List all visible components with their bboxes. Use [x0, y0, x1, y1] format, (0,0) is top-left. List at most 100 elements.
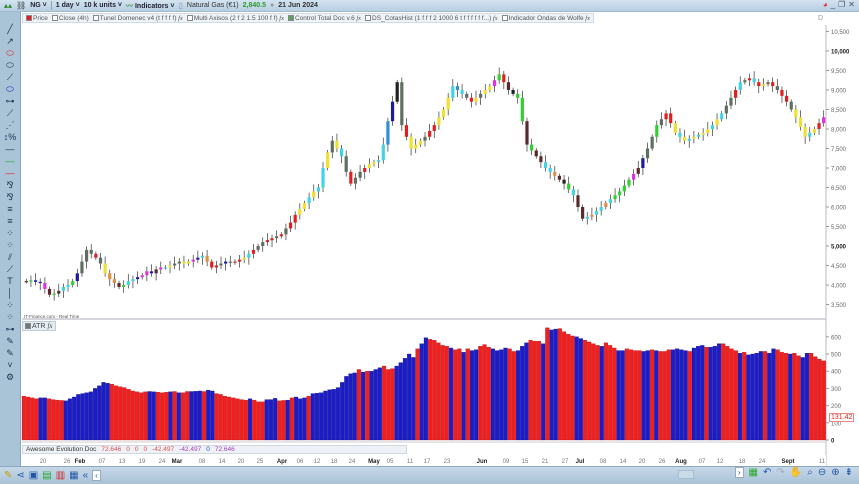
- atr-bar: [419, 343, 424, 441]
- candle-body: [594, 210, 599, 215]
- zoom-fit-icon[interactable]: ⌕: [807, 467, 813, 478]
- candle-body: [710, 125, 715, 129]
- atr-bar: [495, 350, 500, 441]
- atr-tick-label: 100: [831, 421, 842, 427]
- atr-bar: [578, 338, 583, 441]
- candle-body: [659, 119, 664, 126]
- candle-body: [265, 240, 269, 243]
- zoom-out-icon[interactable]: ⊖: [818, 467, 826, 478]
- date-tick-label: 11: [407, 459, 414, 465]
- candle-body: [316, 187, 320, 192]
- hand-icon[interactable]: ✋: [790, 467, 802, 478]
- collapse-icon[interactable]: «: [83, 470, 89, 481]
- candle-body: [163, 267, 167, 269]
- zoom-in-icon[interactable]: ⊕: [831, 467, 839, 478]
- price-pane: [22, 25, 826, 318]
- atr-bar: [348, 373, 353, 441]
- candle-body: [80, 261, 84, 274]
- candle-body: [131, 279, 135, 282]
- date-tick-label: 07: [99, 459, 106, 465]
- atr-bar: [633, 350, 638, 441]
- layers-icon[interactable]: ▥: [56, 470, 65, 481]
- share-icon[interactable]: ⋖: [16, 470, 24, 481]
- redo-icon[interactable]: ↷: [776, 467, 784, 478]
- date-tick-label: Sept: [781, 459, 794, 465]
- atr-bar: [783, 352, 789, 441]
- candle-body: [543, 162, 548, 168]
- date-tick-label: 05: [387, 459, 394, 465]
- candle-body: [302, 203, 307, 209]
- atr-bar: [155, 392, 160, 441]
- atr-bar: [716, 343, 722, 441]
- atr-bar: [708, 346, 713, 441]
- atr-legend[interactable]: ATR fx: [22, 321, 56, 331]
- draw-icon[interactable]: ✎: [4, 470, 12, 481]
- atr-bar: [587, 341, 592, 441]
- template-icon[interactable]: ▤: [42, 470, 51, 481]
- atr-bar: [30, 397, 35, 441]
- candle-body: [752, 78, 756, 83]
- comment-icon[interactable]: ▣: [29, 470, 38, 481]
- atr-bar: [608, 345, 613, 441]
- atr-bar: [545, 327, 550, 441]
- fx-icon[interactable]: fx: [47, 322, 52, 330]
- atr-bar: [306, 395, 311, 441]
- atr-bar: [792, 352, 797, 441]
- date-tick-label: 24: [159, 459, 166, 465]
- price-tick-label: 6,000: [831, 206, 847, 212]
- candle-body: [520, 97, 524, 122]
- candle-body: [784, 95, 789, 102]
- undo-icon[interactable]: ↶: [763, 467, 771, 478]
- atr-bar: [172, 391, 177, 441]
- candle-body: [367, 164, 371, 168]
- atr-bar: [520, 346, 525, 441]
- atr-bar: [323, 390, 328, 441]
- atr-bar: [436, 342, 441, 441]
- atr-bar: [411, 357, 416, 441]
- window-icon[interactable]: ▦: [69, 470, 78, 481]
- atr-bar: [113, 385, 119, 441]
- candle-body: [766, 82, 770, 85]
- calendar-icon[interactable]: ▦: [749, 467, 758, 478]
- atr-bar: [180, 392, 186, 441]
- scroll-left-button[interactable]: ‹: [92, 470, 101, 481]
- atr-bar: [189, 391, 194, 441]
- atr-bar: [105, 383, 110, 441]
- candle-body: [613, 195, 617, 200]
- candle-body: [548, 168, 552, 172]
- scroll-right-button[interactable]: ›: [734, 467, 744, 478]
- atr-bar: [352, 372, 357, 441]
- candle-body: [256, 246, 260, 250]
- atr-bar: [553, 328, 558, 441]
- date-tick-label: 27: [562, 459, 569, 465]
- atr-bar: [34, 398, 39, 441]
- candle-body: [553, 171, 557, 176]
- atr-bar: [465, 348, 470, 441]
- date-tick-label: May: [368, 459, 380, 465]
- scrollbar-thumb[interactable]: [678, 470, 694, 479]
- awesome-value: 0: [134, 446, 139, 453]
- chart-settings-icon[interactable]: ⇟: [845, 467, 853, 478]
- data-source-label: IT-Finance.com - Real Time: [24, 314, 80, 319]
- candle-body: [186, 261, 191, 264]
- atr-bar: [423, 337, 428, 441]
- candle-body: [122, 285, 126, 287]
- atr-bar: [457, 348, 462, 441]
- atr-color-swatch: [25, 323, 31, 330]
- date-tick-label: 18: [739, 459, 746, 465]
- candle-body: [275, 236, 279, 239]
- atr-bar: [130, 390, 135, 441]
- atr-bar: [344, 376, 349, 441]
- date-tick-label: 07: [699, 459, 706, 465]
- candle-body: [52, 293, 56, 295]
- candle-body: [715, 119, 719, 126]
- candle-body: [641, 158, 645, 168]
- atr-bar: [821, 360, 826, 441]
- atr-bar: [675, 348, 680, 441]
- atr-bar: [440, 345, 445, 441]
- candle-body: [492, 80, 497, 87]
- atr-bar: [691, 347, 696, 441]
- chart-canvas[interactable]: 3,500 4,000 4,500 5,000 5,500 6,000 6,500 7,000…: [0, 0, 859, 466]
- atr-bar: [365, 371, 370, 441]
- atr-bar: [637, 350, 642, 441]
